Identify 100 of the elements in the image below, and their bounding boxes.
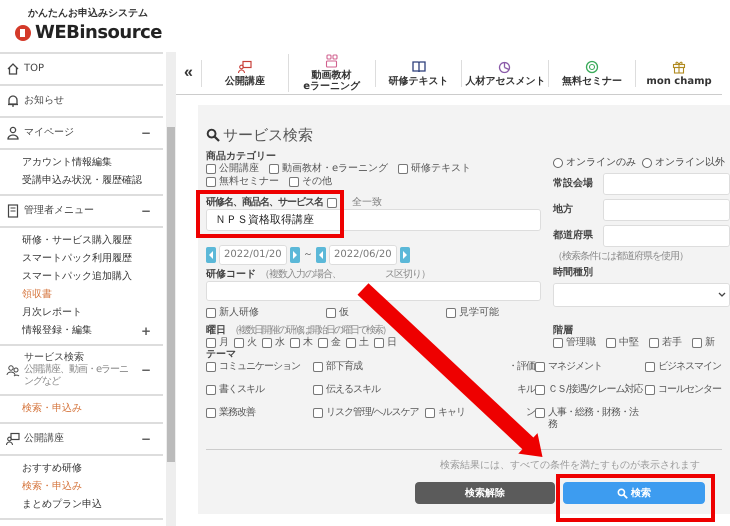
checkbox[interactable] — [425, 408, 435, 418]
checkbox[interactable] — [262, 338, 272, 348]
field-label: 都道府県 — [553, 230, 594, 242]
book-icon — [412, 60, 426, 74]
checkbox[interactable] — [313, 362, 323, 372]
checkbox[interactable] — [206, 164, 216, 174]
checkbox-label: 若手 — [662, 337, 682, 349]
text-field[interactable] — [603, 225, 730, 247]
checkbox-label: 動画教材・eラーニング — [282, 163, 388, 175]
checkbox[interactable] — [535, 385, 545, 395]
checkbox-label: 火 — [247, 337, 257, 349]
checkbox[interactable] — [206, 177, 216, 187]
menu-item[interactable]: 受講申込み状況・履歴確認 — [22, 175, 157, 187]
nav-tab[interactable]: 動画教材 eラーニング — [288, 54, 375, 92]
checkbox[interactable] — [398, 164, 408, 174]
menu-item[interactable]: 情報登録・編集 — [22, 325, 135, 337]
checkbox[interactable] — [206, 308, 216, 318]
menu-header[interactable]: 管理者メニュー − — [0, 196, 163, 228]
field-label: 地方 — [553, 204, 574, 216]
nav-tab[interactable]: 研修テキスト — [374, 60, 462, 86]
checkbox-label: その他 — [302, 176, 332, 188]
checkbox[interactable] — [206, 408, 216, 418]
right-arrow-icon — [292, 251, 298, 259]
date-field[interactable]: 2022/06/20 — [329, 245, 397, 265]
checkbox[interactable] — [234, 338, 244, 348]
menu-item[interactable]: まとめプラン申込 — [22, 499, 157, 511]
video-icon — [324, 54, 339, 68]
checkbox[interactable] — [606, 338, 616, 348]
menu-item[interactable]: おすすめ研修 — [22, 463, 157, 475]
field-label: 研修コード — [206, 269, 256, 281]
checkbox[interactable] — [692, 338, 702, 348]
menu-label: マイページ — [24, 127, 75, 139]
checkbox[interactable] — [289, 177, 299, 187]
menu-header[interactable]: TOP — [0, 54, 163, 86]
checkbox[interactable] — [535, 408, 545, 418]
next-button[interactable] — [290, 247, 300, 263]
menu-header[interactable]: サービス検索 公開講座、動画・eラーニングなど − — [0, 346, 163, 396]
checkbox-label: 金 — [331, 337, 341, 349]
date-field[interactable]: 2022/01/20 — [219, 245, 287, 265]
collapse-button[interactable]: « — [176, 64, 201, 82]
radio-label: オンライン以外 — [655, 157, 725, 169]
next-button[interactable] — [400, 247, 410, 263]
field-label: 商品カテゴリー — [206, 151, 277, 162]
radio-button[interactable] — [642, 158, 652, 168]
text-field[interactable] — [603, 199, 730, 221]
scrollbar[interactable] — [166, 52, 176, 526]
collapse-toggle[interactable]: − — [134, 126, 157, 140]
nav-tab[interactable]: 人材アセスメント — [461, 60, 548, 86]
left-arrow-icon — [318, 251, 324, 259]
checkbox[interactable] — [553, 338, 563, 348]
checkbox-label: 中堅 — [619, 337, 639, 349]
checkbox[interactable] — [313, 385, 323, 395]
checkbox[interactable] — [206, 385, 216, 395]
checkbox[interactable] — [206, 338, 216, 348]
checkbox-label: 全一致 — [352, 197, 382, 209]
checkbox[interactable] — [326, 308, 336, 318]
expand-toggle[interactable]: + — [134, 324, 157, 338]
text-field[interactable] — [603, 173, 730, 195]
nav-tab[interactable]: mon champ — [635, 60, 722, 86]
checkbox[interactable] — [313, 408, 323, 418]
nav-tab[interactable]: 公開講座 — [200, 60, 288, 86]
menu-item[interactable]: スマートパック追加購入 — [22, 271, 157, 283]
menu-item[interactable]: アカウント情報編集 — [22, 157, 157, 169]
checkbox[interactable] — [269, 164, 279, 174]
checkbox[interactable] — [649, 338, 659, 348]
radio-label: オンラインのみ — [566, 157, 636, 169]
checkbox[interactable] — [374, 338, 384, 348]
checkbox[interactable] — [346, 338, 356, 348]
reset-button[interactable]: 検索解除 — [415, 482, 555, 504]
chevron-down-icon — [718, 292, 726, 298]
collapse-toggle[interactable]: − — [134, 362, 157, 378]
previous-button[interactable] — [316, 247, 326, 263]
previous-button[interactable] — [206, 247, 216, 263]
checkbox[interactable] — [206, 362, 216, 372]
menu-item[interactable]: 月次レポート — [22, 307, 157, 319]
checkbox[interactable] — [318, 338, 328, 348]
checkbox-label: ビジネスマイン — [658, 361, 721, 373]
presenter-icon — [6, 432, 20, 446]
gift-icon — [672, 60, 686, 74]
checkbox-label: コールセンター — [658, 384, 721, 396]
menu-item[interactable]: 研修・サービス購入履歴 — [22, 235, 157, 247]
radio-button[interactable] — [553, 158, 563, 168]
menu-header[interactable]: マイページ − — [0, 118, 163, 150]
checkbox[interactable] — [327, 198, 337, 208]
checkbox[interactable] — [446, 308, 456, 318]
menu-header[interactable]: 公開講座 − — [0, 424, 163, 456]
checkbox[interactable] — [290, 338, 300, 348]
badge-icon — [585, 60, 600, 74]
menu-header[interactable]: お知らせ — [0, 86, 163, 118]
checkbox[interactable] — [645, 362, 655, 372]
checkbox[interactable] — [645, 385, 655, 395]
code-field[interactable] — [206, 281, 541, 301]
collapse-toggle[interactable]: − — [134, 204, 157, 218]
field-hint: （検索条件には都道府県を使用） — [553, 251, 689, 263]
menu-item[interactable]: スマートパック利用履歴 — [22, 253, 157, 265]
keyword-field[interactable]: ＮＰＳ資格取得講座 — [206, 209, 541, 231]
nav-tab[interactable]: 無料セミナー — [548, 60, 636, 86]
checkbox[interactable] — [535, 362, 545, 372]
collapse-toggle[interactable]: − — [134, 432, 157, 446]
checkbox-label: ＣＳ/接遇/クレーム対応 — [548, 384, 643, 396]
